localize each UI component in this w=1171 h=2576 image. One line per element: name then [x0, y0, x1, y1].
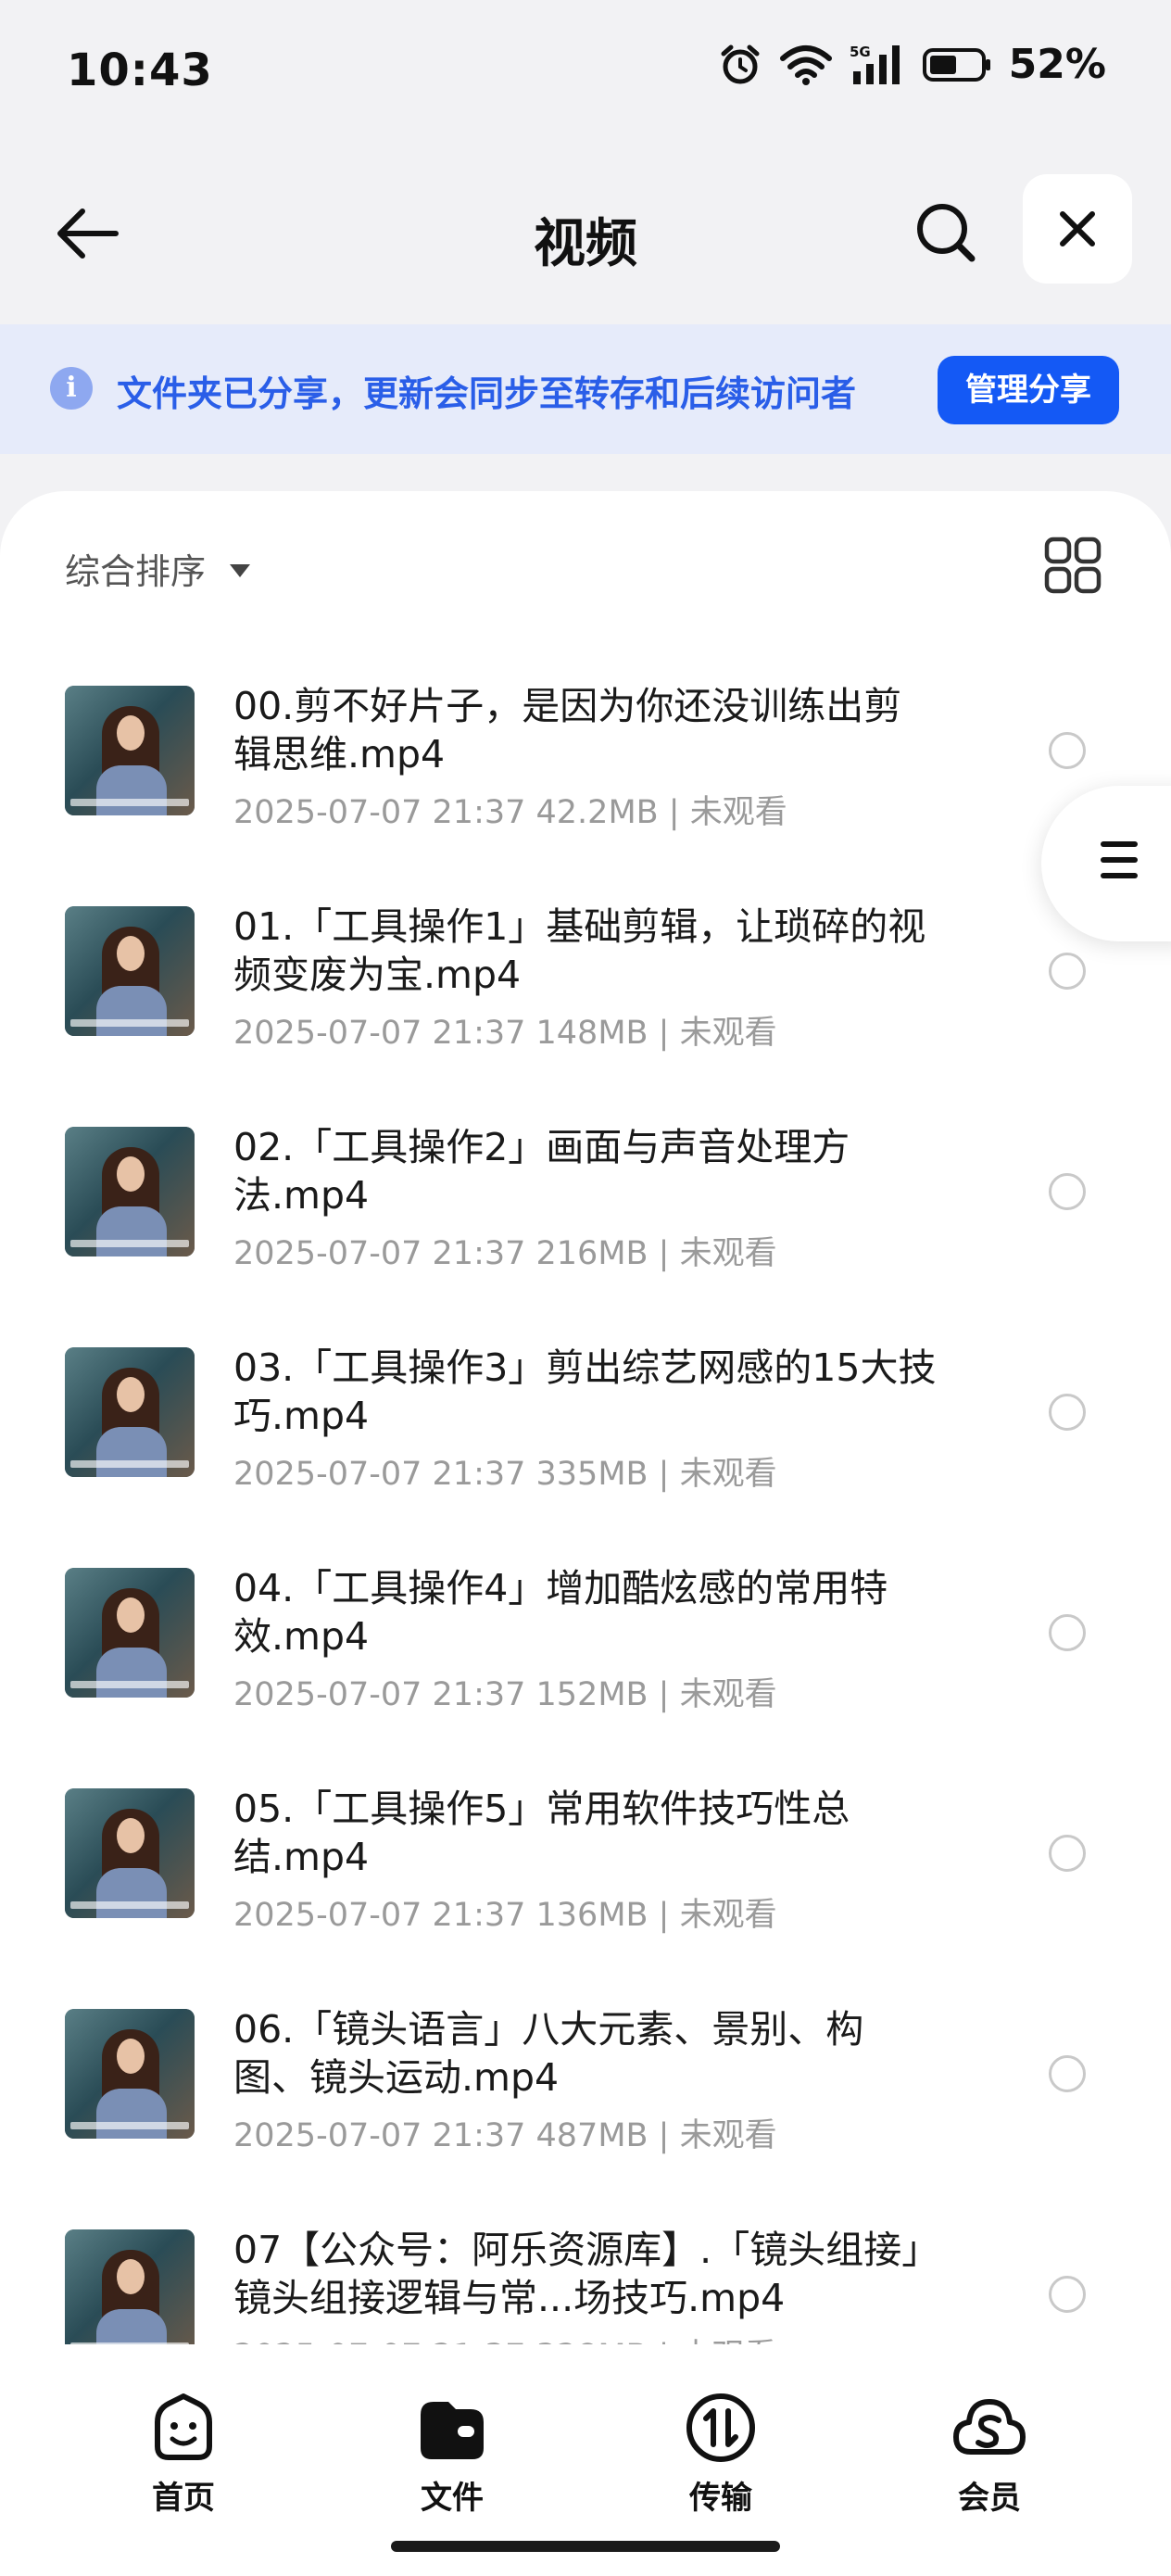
select-radio[interactable] [1049, 2055, 1086, 2092]
video-thumbnail [65, 906, 195, 1036]
search-icon [917, 204, 976, 262]
select-radio[interactable] [1049, 2276, 1086, 2313]
caret-down-icon [230, 563, 251, 577]
file-row[interactable]: 02.「工具操作2」画面与声音处理方法.mp4 2025-07-07 21:37… [0, 1125, 1171, 1347]
video-thumbnail [65, 2229, 195, 2359]
nav-transfer-label: 传输 [689, 2480, 752, 2517]
nav-member[interactable]: 会员 [915, 2381, 1064, 2517]
file-name: 00.剪不好片子，是因为你还没训练出剪辑思维.mp4 [233, 684, 902, 777]
file-row[interactable]: 06.「镜头语言」八大元素、景别、构图、镜头运动.mp4 2025-07-07 … [0, 2007, 1171, 2229]
nav-home-label: 首页 [152, 2480, 215, 2517]
file-name: 07【公众号：阿乐资源库】.「镜头组接」镜头组接逻辑与常...场技巧.mp4 [233, 2228, 921, 2320]
file-name: 05.「工具操作5」常用软件技巧性总结.mp4 [233, 1787, 850, 1879]
video-thumbnail [65, 1127, 195, 1256]
share-notice-banner: i 文件夹已分享，更新会同步至转存和后续访问者 管理分享 [0, 324, 1171, 454]
nav-member-label: 会员 [958, 2480, 1021, 2517]
select-radio[interactable] [1049, 1835, 1086, 1872]
wifi-icon [779, 44, 832, 85]
cellular-5g-icon: 5G [850, 44, 900, 84]
svg-text:5G: 5G [850, 44, 871, 60]
video-thumbnail [65, 2009, 195, 2139]
select-radio[interactable] [1049, 1173, 1086, 1210]
home-smile-icon [155, 2393, 212, 2460]
file-meta: 2025-07-07 21:37 148MB | 未观看 [233, 1015, 777, 1052]
status-icons: 5G 52% [718, 41, 1106, 88]
file-name: 02.「工具操作2」画面与声音处理方法.mp4 [233, 1125, 850, 1218]
sort-dropdown[interactable]: 综合排序 [65, 543, 251, 594]
file-name: 04.「工具操作4」增加酷炫感的常用特效.mp4 [233, 1566, 888, 1659]
file-name: 03.「工具操作3」剪出综艺网感的15大技巧.mp4 [233, 1345, 937, 1438]
select-radio[interactable] [1049, 732, 1086, 769]
battery-percent: 52% [1008, 41, 1106, 88]
alarm-icon [721, 44, 760, 83]
battery-icon [922, 47, 990, 82]
file-list-panel: 综合排序 00.剪不好片子，是因为你还没训练出剪辑思维.mp4 2025-07-… [0, 491, 1171, 2576]
file-meta: 2025-07-07 21:37 216MB | 未观看 [233, 1235, 777, 1272]
status-bar: 10:43 5G 52% [0, 0, 1171, 139]
back-button[interactable] [48, 195, 126, 272]
select-radio[interactable] [1049, 1394, 1086, 1431]
file-meta: 2025-07-07 21:37 136MB | 未观看 [233, 1897, 777, 1934]
close-icon [1060, 211, 1095, 246]
file-meta: 2025-07-07 21:37 42.2MB | 未观看 [233, 794, 787, 831]
grid-view-icon[interactable] [1043, 536, 1102, 595]
file-meta: 2025-07-07 21:37 335MB | 未观看 [233, 1456, 777, 1493]
manage-share-button[interactable]: 管理分享 [938, 356, 1119, 424]
file-row[interactable]: 01.「工具操作1」基础剪辑，让琐碎的视频变废为宝.mp4 2025-07-07… [0, 904, 1171, 1127]
status-time: 10:43 [67, 44, 213, 96]
select-radio[interactable] [1049, 1614, 1086, 1651]
video-thumbnail [65, 1347, 195, 1477]
close-button[interactable] [1023, 174, 1132, 284]
folder-wallet-icon [421, 2402, 484, 2459]
home-indicator[interactable] [391, 2541, 780, 2552]
arrow-left-icon [57, 208, 119, 259]
file-name: 06.「镜头语言」八大元素、景别、构图、镜头运动.mp4 [233, 2007, 864, 2100]
file-row[interactable]: 04.「工具操作4」增加酷炫感的常用特效.mp4 2025-07-07 21:3… [0, 1566, 1171, 1788]
page-title: 视频 [534, 214, 637, 274]
share-notice-text: 文件夹已分享，更新会同步至转存和后续访问者 [117, 373, 857, 414]
nav-files[interactable]: 文件 [378, 2381, 526, 2517]
file-meta: 2025-07-07 21:37 487MB | 未观看 [233, 2117, 777, 2154]
transfer-icon [686, 2393, 755, 2462]
member-cloud-icon [953, 2399, 1026, 2455]
video-thumbnail [65, 1568, 195, 1698]
video-thumbnail [65, 686, 195, 815]
menu-icon [1101, 841, 1138, 889]
file-row[interactable]: 03.「工具操作3」剪出综艺网感的15大技巧.mp4 2025-07-07 21… [0, 1345, 1171, 1568]
nav-transfer[interactable]: 传输 [647, 2381, 795, 2517]
info-icon: i [50, 367, 93, 410]
nav-home[interactable]: 首页 [109, 2381, 258, 2517]
select-radio[interactable] [1049, 953, 1086, 990]
sort-label: 综合排序 [65, 551, 207, 592]
video-thumbnail [65, 1788, 195, 1918]
file-row[interactable]: 00.剪不好片子，是因为你还没训练出剪辑思维.mp4 2025-07-07 21… [0, 684, 1171, 906]
file-row[interactable]: 05.「工具操作5」常用软件技巧性总结.mp4 2025-07-07 21:37… [0, 1787, 1171, 2009]
top-app-bar: 视频 [0, 167, 1171, 287]
file-name: 01.「工具操作1」基础剪辑，让琐碎的视频变废为宝.mp4 [233, 904, 926, 997]
search-button[interactable] [906, 193, 986, 272]
file-meta: 2025-07-07 21:37 152MB | 未观看 [233, 1676, 777, 1713]
nav-files-label: 文件 [421, 2480, 484, 2517]
